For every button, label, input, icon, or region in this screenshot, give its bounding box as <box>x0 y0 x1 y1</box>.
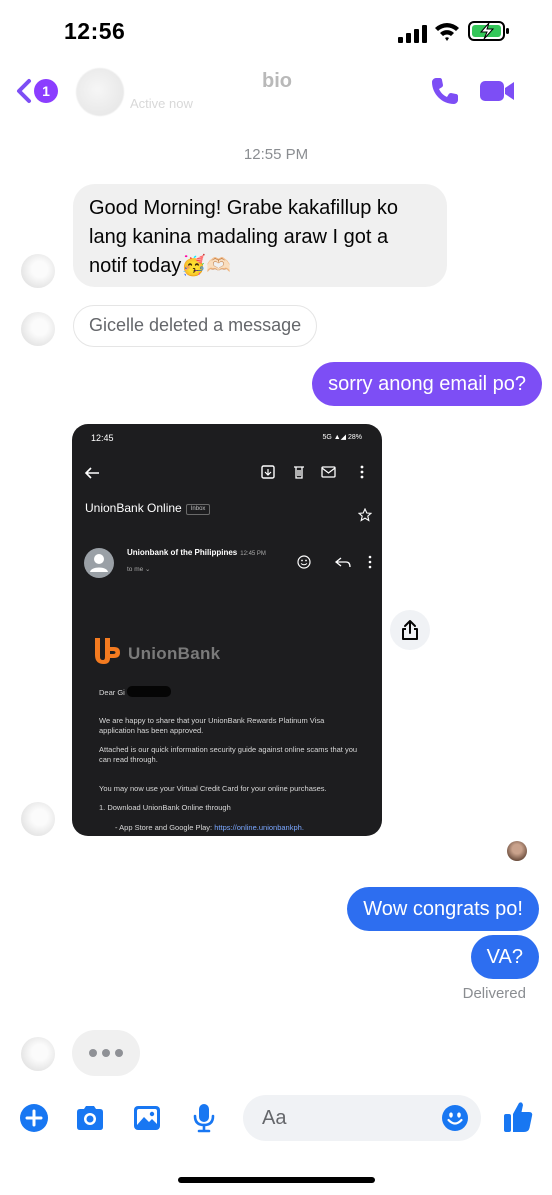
outgoing-message[interactable]: Wow congrats po! <box>347 887 539 931</box>
emoji-button[interactable] <box>441 1104 469 1132</box>
read-receipt-avatar <box>507 841 527 861</box>
email-link: https://online.unionbankph. <box>214 823 304 832</box>
message-timestamp: 12:55 PM <box>243 146 309 163</box>
email-toolbar-icons <box>261 465 364 479</box>
email-sender-avatar <box>84 548 114 578</box>
home-indicator <box>178 1177 375 1183</box>
plus-button[interactable] <box>18 1102 50 1134</box>
gallery-button[interactable] <box>131 1102 163 1134</box>
deleted-message-notice: Gicelle deleted a message <box>73 305 318 347</box>
outgoing-message[interactable]: sorry anong email po? <box>312 362 542 406</box>
email-paragraph: You may now use your Virtual Credit Card… <box>99 784 327 793</box>
redacted-name <box>126 686 171 697</box>
conversation-header: 1 bio Active now <box>0 64 552 118</box>
contact-name[interactable]: bio <box>262 70 292 93</box>
delivery-status: Delivered <box>462 985 526 1002</box>
cellular-signal-icon <box>398 25 427 43</box>
arrow-left-icon <box>84 467 99 479</box>
email-paragraph: Attached is our quick information securi… <box>99 745 358 764</box>
email-subject: UnionBank Online Inbox <box>85 501 211 515</box>
microphone-icon <box>193 1104 215 1133</box>
status-bar: 12:56 <box>0 0 552 64</box>
screenshot-phone-time: 12:45 <box>91 433 114 443</box>
photo-icon <box>134 1106 160 1130</box>
incoming-message[interactable]: Good Morning! Grabe kakafillup ko lang k… <box>73 184 447 287</box>
camera-icon <box>77 1106 103 1130</box>
sender-avatar[interactable] <box>21 1037 55 1071</box>
email-paragraph: We are happy to share that your UnionBan… <box>99 716 325 735</box>
like-button[interactable] <box>502 1100 534 1134</box>
video-camera-icon <box>480 81 514 101</box>
typing-dot <box>115 1049 123 1057</box>
typing-dot <box>89 1049 97 1057</box>
status-time: 12:56 <box>64 18 126 44</box>
typing-indicator <box>72 1030 140 1076</box>
star-icon <box>358 508 372 522</box>
unread-count-badge: 1 <box>34 79 58 103</box>
email-paragraph: 1. Download UnionBank Online through <box>99 803 231 812</box>
email-sender: Unionbank of the Philippines 12:45 PM <box>127 548 266 557</box>
email-recipient: to me ⌄ <box>127 566 151 573</box>
smiley-icon <box>442 1105 468 1131</box>
contact-avatar[interactable] <box>76 68 124 116</box>
plus-circle-icon <box>20 1104 48 1132</box>
sender-avatar[interactable] <box>21 254 55 288</box>
share-button[interactable] <box>390 610 430 650</box>
back-button[interactable]: 1 <box>14 74 66 108</box>
audio-call-button[interactable] <box>428 74 462 108</box>
phone-icon <box>432 78 458 104</box>
voice-message-button[interactable] <box>188 1102 220 1134</box>
email-action-icons <box>297 555 372 569</box>
email-paragraph: - App Store and Google Play: https://onl… <box>115 823 304 832</box>
sender-avatar[interactable] <box>21 802 55 836</box>
wifi-icon <box>435 23 459 41</box>
image-attachment[interactable]: 12:45 5G ▲◢ 28% UnionBank Online Inbox Un… <box>72 424 382 836</box>
share-icon <box>402 620 418 640</box>
screenshot-phone-status: 5G ▲◢ 28% <box>322 434 362 441</box>
sender-avatar[interactable] <box>21 312 55 346</box>
person-icon <box>90 554 108 572</box>
battery-charging-icon <box>468 21 509 41</box>
outgoing-message[interactable]: VA? <box>470 935 539 979</box>
email-greeting: Dear Gi <box>99 686 359 698</box>
video-call-button[interactable] <box>478 76 516 106</box>
chevron-left-icon <box>17 79 31 103</box>
thumbs-up-icon <box>504 1102 533 1132</box>
message-composer <box>0 1090 552 1148</box>
typing-dot <box>102 1049 110 1057</box>
active-status: Active now <box>130 96 193 111</box>
unionbank-brand: UnionBank <box>128 644 221 663</box>
unionbank-logo <box>95 638 120 664</box>
camera-button[interactable] <box>74 1102 106 1134</box>
